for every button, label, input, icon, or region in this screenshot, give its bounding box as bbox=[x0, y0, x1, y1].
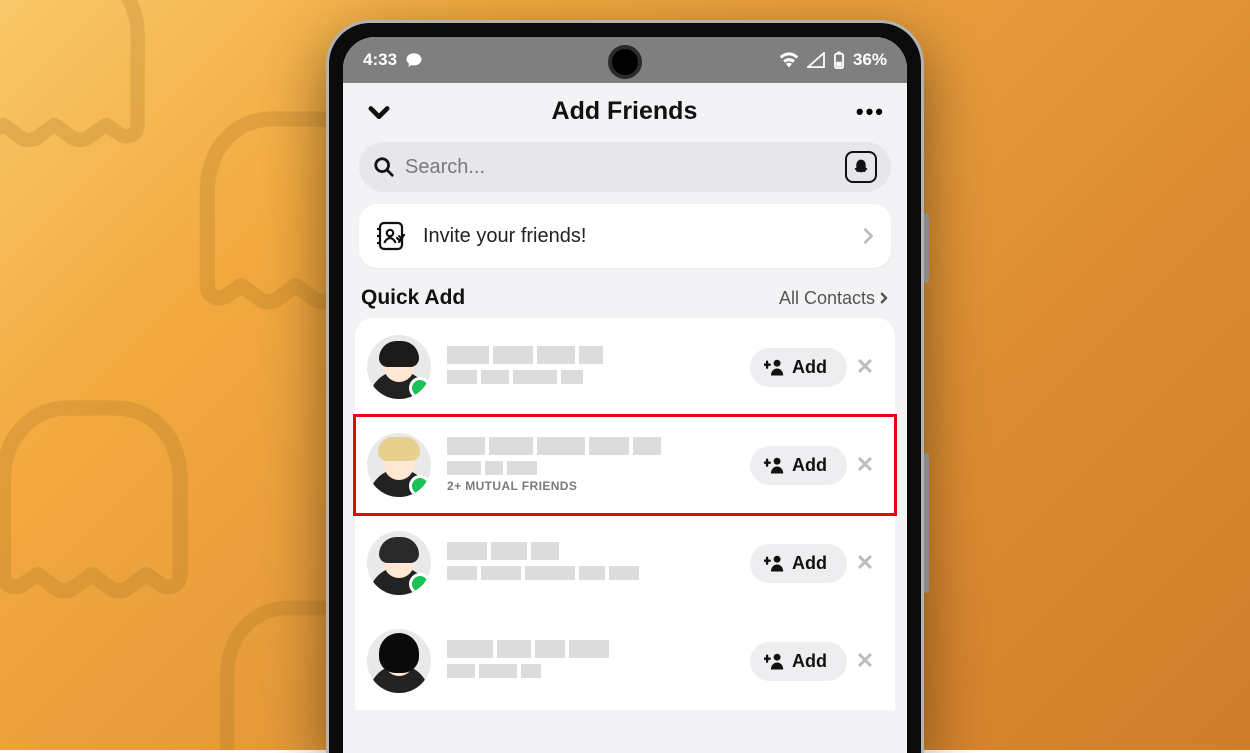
contacts-book-icon bbox=[375, 220, 407, 252]
status-battery: 36% bbox=[853, 50, 887, 70]
dismiss-button[interactable]: ✕ bbox=[847, 354, 883, 380]
search-input[interactable]: Search... bbox=[359, 142, 891, 192]
quick-add-list: Add✕2+ MUTUAL FRIENDSAdd✕Add✕Add✕ bbox=[355, 318, 895, 710]
avatar[interactable] bbox=[367, 531, 431, 595]
quick-add-row: 2+ MUTUAL FRIENDSAdd✕ bbox=[355, 416, 895, 514]
presence-dot bbox=[409, 475, 431, 497]
page-title: Add Friends bbox=[552, 97, 698, 126]
add-button[interactable]: Add bbox=[750, 642, 847, 681]
friend-meta bbox=[447, 542, 750, 584]
section-title: Quick Add bbox=[361, 286, 465, 310]
chevron-down-icon[interactable] bbox=[365, 98, 393, 126]
more-menu-icon[interactable]: ••• bbox=[856, 99, 885, 125]
invite-friends-label: Invite your friends! bbox=[423, 225, 861, 248]
battery-icon bbox=[833, 51, 845, 69]
avatar[interactable] bbox=[367, 629, 431, 693]
wifi-icon bbox=[779, 52, 799, 68]
add-button[interactable]: Add bbox=[750, 446, 847, 485]
search-placeholder: Search... bbox=[405, 156, 845, 179]
presence-dot bbox=[409, 573, 431, 595]
nav-header: Add Friends ••• bbox=[343, 83, 907, 136]
add-button[interactable]: Add bbox=[750, 348, 847, 387]
front-camera bbox=[608, 45, 642, 79]
phone-side-button bbox=[924, 213, 929, 283]
chevron-right-icon bbox=[879, 291, 889, 305]
quick-add-row: Add✕ bbox=[355, 514, 895, 612]
add-user-icon bbox=[764, 652, 784, 670]
friend-meta: 2+ MUTUAL FRIENDS bbox=[447, 437, 750, 493]
dismiss-button[interactable]: ✕ bbox=[847, 550, 883, 576]
chat-icon bbox=[405, 51, 423, 69]
add-user-icon bbox=[764, 554, 784, 572]
avatar[interactable] bbox=[367, 335, 431, 399]
snapcode-icon[interactable] bbox=[845, 151, 877, 183]
phone-frame: 4:33 36% Add Friends ••• Search... bbox=[326, 20, 924, 753]
search-icon bbox=[373, 156, 395, 178]
avatar[interactable] bbox=[367, 433, 431, 497]
quick-add-row: Add✕ bbox=[355, 612, 895, 710]
phone-side-button bbox=[924, 453, 929, 593]
invite-friends-card[interactable]: Invite your friends! bbox=[359, 204, 891, 268]
presence-dot bbox=[409, 377, 431, 399]
chevron-right-icon bbox=[861, 227, 875, 245]
all-contacts-link[interactable]: All Contacts bbox=[779, 288, 889, 309]
dismiss-button[interactable]: ✕ bbox=[847, 452, 883, 478]
friend-meta bbox=[447, 640, 750, 682]
add-button[interactable]: Add bbox=[750, 544, 847, 583]
add-user-icon bbox=[764, 358, 784, 376]
mutual-friends-label: 2+ MUTUAL FRIENDS bbox=[447, 479, 750, 493]
status-time: 4:33 bbox=[363, 50, 397, 70]
signal-icon bbox=[807, 52, 825, 68]
dismiss-button[interactable]: ✕ bbox=[847, 648, 883, 674]
screen: 4:33 36% Add Friends ••• Search... bbox=[343, 37, 907, 753]
add-user-icon bbox=[764, 456, 784, 474]
quick-add-row: Add✕ bbox=[355, 318, 895, 416]
section-header: Quick Add All Contacts bbox=[343, 286, 907, 318]
friend-meta bbox=[447, 346, 750, 388]
